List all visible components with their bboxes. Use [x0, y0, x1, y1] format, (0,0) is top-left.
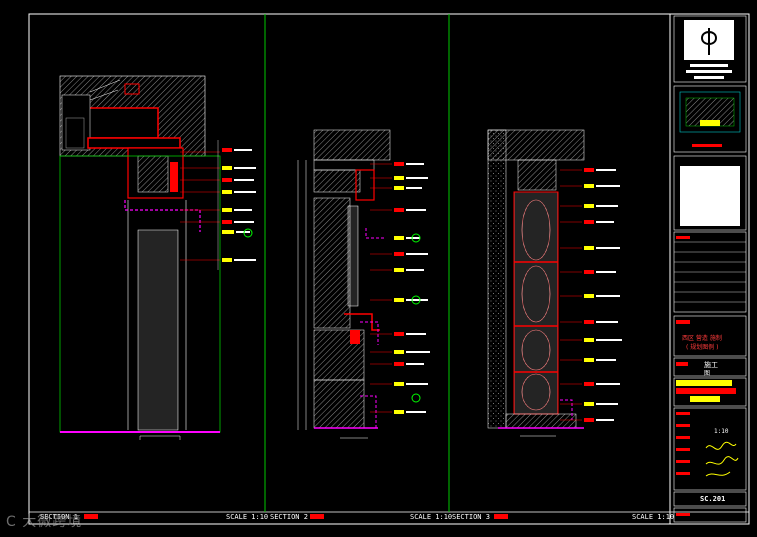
signature-icon [705, 441, 739, 477]
section-1-drawing [59, 75, 256, 440]
section-2-title: SECTION 2 [270, 513, 308, 521]
section-2-drawing [297, 129, 430, 439]
drawing-title: 西区 营造 施制 [682, 335, 722, 342]
section-1-scale: SCALE 1:10 [226, 513, 269, 521]
section-3-scale: SCALE 1:10 [632, 513, 675, 521]
title-block [673, 15, 747, 523]
drawing-canvas [28, 13, 750, 525]
section-3-drawing [487, 129, 622, 437]
scale-value: 1:10 [714, 428, 729, 435]
section-3-title: SECTION 3 [452, 513, 490, 521]
stage-sub-label: 图 [704, 370, 711, 377]
drawing-subtitle: ( 规划图例 ) [686, 344, 719, 351]
drawing-number: SC.201 [700, 495, 726, 503]
watermark: C 大微跨境 [6, 514, 83, 530]
section-2-scale: SCALE 1:10 [410, 513, 453, 521]
